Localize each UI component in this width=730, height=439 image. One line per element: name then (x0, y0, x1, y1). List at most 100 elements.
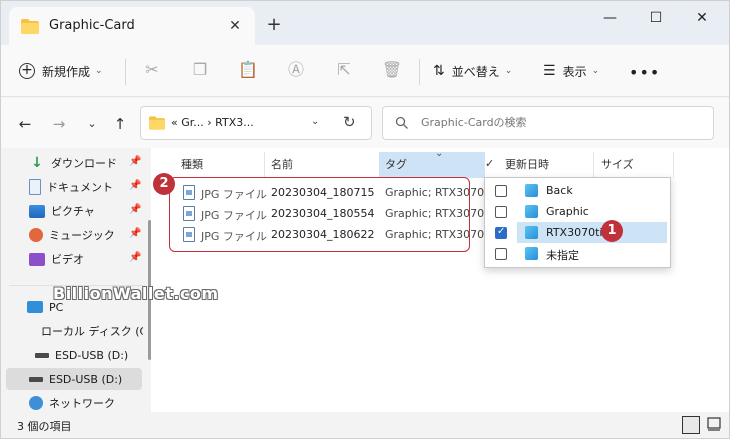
tag-option-back[interactable]: Back (485, 180, 670, 201)
search-box[interactable] (382, 106, 714, 140)
music-icon (29, 228, 43, 242)
tab-title: Graphic-Card (49, 18, 135, 33)
sidebar-item-label: ドキュメント (47, 181, 113, 194)
breadcrumb[interactable]: « Gr... › RTX3... (171, 116, 254, 129)
sidebar-item-network[interactable]: ネットワーク (1, 392, 143, 414)
view-button[interactable]: ☰ 表示 ⌄ (543, 56, 599, 86)
tag-option-label: RTX3070ti (546, 226, 603, 239)
search-icon (395, 116, 408, 129)
toolbar-divider (419, 59, 420, 85)
folder-icon (149, 116, 165, 130)
sidebar-item-pictures[interactable]: ピクチャ 📌 (1, 200, 143, 222)
rename-icon[interactable]: Ⓐ (285, 59, 307, 81)
column-header-type[interactable]: 種類 (181, 152, 203, 178)
tag-option-graphic[interactable]: Graphic (485, 201, 670, 222)
navigation-pane: ↓ ダウンロード 📌 ドキュメント 📌 ピクチャ 📌 ミュージック 📌 ビデオ … (1, 148, 151, 412)
plus-circle-icon: + (19, 63, 35, 79)
search-input[interactable] (421, 116, 701, 129)
sort-icon: ⇅ (433, 63, 445, 79)
sidebar-item-label: ビデオ (51, 253, 84, 266)
view-icon: ☰ (543, 63, 556, 79)
copy-icon[interactable]: ❐ (189, 59, 211, 81)
checkmark-icon: ✓ (485, 157, 495, 170)
tag-option-unspecified[interactable]: 未指定 (485, 243, 670, 264)
sidebar-item-local-disk[interactable]: ローカル ディスク (C (1, 320, 143, 342)
cut-icon[interactable]: ✂ (141, 59, 163, 81)
title-bar: Graphic-Card ✕ + — ☐ ✕ (1, 1, 729, 45)
status-bar: 3 個の項目 (1, 412, 729, 438)
pin-icon[interactable]: 📌 (129, 252, 141, 263)
sidebar-item-downloads[interactable]: ↓ ダウンロード 📌 (1, 152, 143, 174)
column-header-tag[interactable]: タグ (385, 152, 407, 178)
document-icon (29, 179, 41, 195)
toolbar-divider (125, 59, 126, 85)
sidebar-item-label: ESD-USB (D:) (55, 348, 129, 362)
sidebar-item-label: ネットワーク (49, 397, 115, 410)
more-options-icon[interactable]: ••• (629, 57, 660, 87)
video-icon (29, 252, 45, 266)
paste-icon[interactable]: 📋 (237, 59, 259, 81)
share-icon[interactable]: ⇱ (333, 59, 355, 81)
new-button[interactable]: + 新規作成 ⌄ (19, 56, 103, 86)
pin-icon[interactable]: 📌 (129, 156, 141, 167)
download-icon: ↓ (31, 155, 43, 171)
checkbox[interactable] (495, 206, 507, 218)
tag-option-rtx3070ti[interactable]: RTX3070ti (517, 222, 667, 243)
column-divider (673, 152, 674, 178)
sidebar-item-usb-drive-selected[interactable]: ESD-USB (D:) (6, 368, 142, 390)
back-arrow-icon[interactable]: ← (14, 113, 36, 135)
column-header-size[interactable]: サイズ (601, 152, 634, 178)
network-icon (29, 396, 43, 410)
pictures-icon (29, 204, 45, 218)
pc-icon (27, 301, 43, 313)
usb-drive-icon (35, 352, 49, 358)
usb-drive-icon (29, 376, 43, 382)
tag-filter-dropdown: Back Graphic RTX3070ti 未指定 (484, 177, 671, 268)
sidebar-item-label: ローカル ディスク (C (41, 325, 143, 338)
checkbox-checked[interactable] (495, 226, 507, 239)
sidebar-item-music[interactable]: ミュージック 📌 (1, 224, 143, 246)
details-view-icon[interactable] (682, 416, 700, 434)
view-label: 表示 (562, 64, 587, 79)
tiles-view-graphic (707, 417, 721, 431)
recent-locations-chevron-icon[interactable]: ⌄ (81, 113, 103, 135)
refresh-icon[interactable]: ↻ (343, 113, 356, 131)
forward-arrow-icon[interactable]: → (48, 113, 70, 135)
maximize-button[interactable]: ☐ (633, 1, 679, 35)
close-tab-icon[interactable]: ✕ (225, 16, 245, 36)
chevron-down-icon: ⌄ (504, 66, 513, 76)
sidebar-item-videos[interactable]: ビデオ 📌 (1, 248, 143, 270)
column-divider (593, 152, 594, 178)
checkbox[interactable] (495, 248, 507, 260)
tag-icon (525, 205, 538, 218)
sidebar-item-documents[interactable]: ドキュメント 📌 (1, 176, 143, 198)
sort-label: 並べ替え (451, 64, 500, 79)
column-header-name[interactable]: 名前 (271, 152, 293, 178)
chevron-down-icon[interactable]: ⌄ (435, 148, 443, 159)
sidebar-item-label: ダウンロード (51, 157, 117, 170)
chevron-down-icon[interactable]: ⌄ (311, 116, 319, 127)
pin-icon[interactable]: 📌 (129, 228, 141, 239)
sidebar-item-usb-drive[interactable]: ESD-USB (D:) (1, 344, 143, 366)
up-arrow-icon[interactable]: ↑ (109, 113, 131, 135)
pin-icon[interactable]: 📌 (129, 180, 141, 191)
sort-button[interactable]: ⇅ 並べ替え ⌄ (433, 56, 512, 86)
tag-option-label: 未指定 (546, 249, 579, 262)
close-window-button[interactable]: ✕ (679, 1, 725, 35)
checkbox[interactable] (495, 185, 507, 197)
column-header-modified[interactable]: 更新日時 (505, 152, 549, 178)
tab-graphic-card[interactable]: Graphic-Card ✕ (9, 7, 255, 45)
annotation-box (169, 177, 470, 252)
address-bar[interactable]: « Gr... › RTX3... ⌄ ↻ (140, 106, 372, 140)
explorer-window: Graphic-Card ✕ + — ☐ ✕ + 新規作成 ⌄ ✂ ❐ 📋 Ⓐ … (0, 0, 730, 439)
folder-icon (21, 19, 39, 34)
item-count: 3 個の項目 (17, 420, 72, 433)
tag-icon (525, 226, 538, 239)
sidebar-item-label: ミュージック (49, 229, 115, 242)
sidebar-item-label: ピクチャ (51, 205, 95, 218)
minimize-button[interactable]: — (587, 1, 633, 35)
tiles-view-icon[interactable] (706, 416, 724, 434)
pin-icon[interactable]: 📌 (129, 204, 141, 215)
delete-icon[interactable]: 🗑 (381, 59, 403, 81)
new-tab-button[interactable]: + (263, 15, 285, 37)
